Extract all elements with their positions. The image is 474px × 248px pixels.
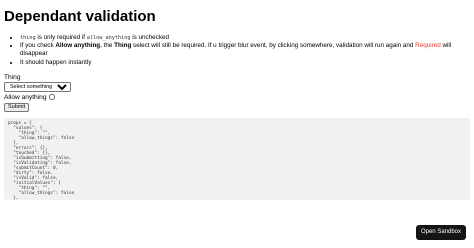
open-sandbox-button[interactable]: Open Sandbox xyxy=(415,225,466,240)
page-content: Dependant validation thing is only requi… xyxy=(0,0,474,112)
bullet-text: If you check xyxy=(20,42,56,50)
bullet-text: , the xyxy=(100,42,115,50)
required-word: Required xyxy=(415,42,441,50)
submit-button[interactable]: Submit xyxy=(4,102,30,112)
allow-anything-label: Allow anything xyxy=(4,93,47,101)
thing-select[interactable]: Select something xyxy=(4,81,71,92)
bullet-text: is only required if xyxy=(35,34,87,41)
form-state-dump: props = { "values": { "thing": "", "allo… xyxy=(4,117,470,200)
validation-form: Thing Select something Allow anything Su… xyxy=(4,73,470,112)
allow-anything-checkbox[interactable] xyxy=(48,94,55,101)
code-allow-anything: allow_anything xyxy=(86,35,131,41)
list-item: It should happen instantly xyxy=(20,59,470,67)
code-thing: thing xyxy=(20,35,36,41)
emphasis-allow-anything: Allow anything xyxy=(55,42,101,50)
instructions-list: thing is only required if allow_anything… xyxy=(4,34,470,67)
list-item: thing is only required if allow_anything… xyxy=(20,34,470,42)
bullet-text: is unchecked xyxy=(130,34,169,41)
thing-label: Thing xyxy=(4,73,21,81)
emphasis-thing: Thing xyxy=(114,42,132,50)
list-item: If you check Allow anything, the Thing s… xyxy=(20,42,470,58)
bullet-text: select will still be required. If u trig… xyxy=(131,42,416,50)
page-title: Dependant validation xyxy=(4,8,156,25)
allow-anything-row: Allow anything xyxy=(4,93,470,102)
